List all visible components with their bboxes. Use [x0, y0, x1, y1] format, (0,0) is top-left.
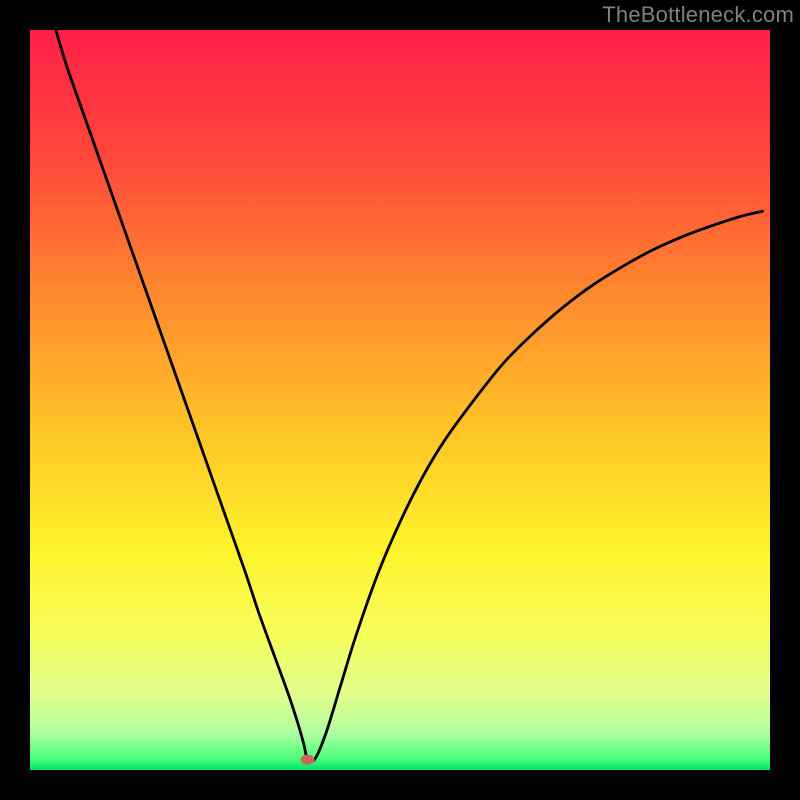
- watermark-text: TheBottleneck.com: [602, 2, 794, 28]
- chart-stage: TheBottleneck.com: [0, 0, 800, 800]
- chart-svg: [0, 0, 800, 800]
- optimal-point-marker: [301, 755, 315, 765]
- plot-background: [30, 30, 770, 770]
